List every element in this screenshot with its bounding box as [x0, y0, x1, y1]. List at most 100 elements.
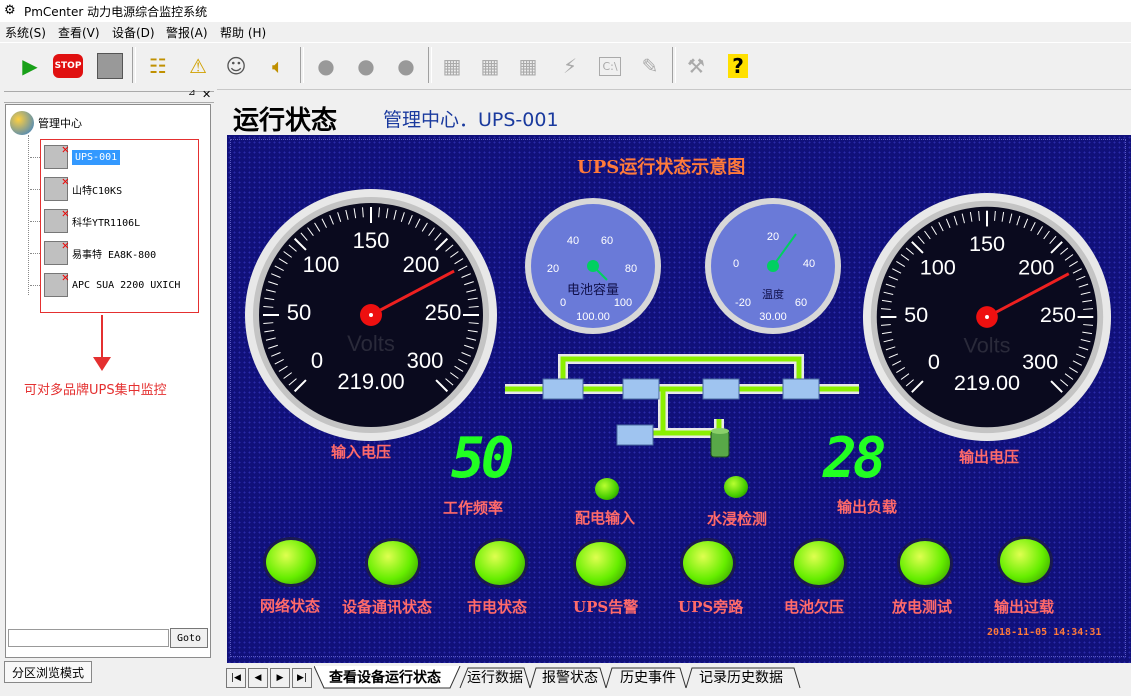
menu-help[interactable]: 帮助 (H) — [220, 24, 266, 41]
alarm-button[interactable]: ⚠ — [180, 47, 216, 85]
toolbar-separator — [672, 47, 676, 83]
panel-grip — [4, 91, 214, 103]
battery-capacity-gauge: 40 60 20 80 0 100 电池容量 100.00 — [525, 198, 661, 334]
device-button-3[interactable]: ▦ — [510, 47, 546, 85]
tab-run-data[interactable]: 运行数据 — [467, 667, 523, 687]
device-button-2[interactable]: ▦ — [472, 47, 508, 85]
stop-button[interactable]: STOP — [50, 47, 86, 85]
tree-item-apc[interactable]: APC SUA 2200 UXICH — [30, 270, 181, 297]
gauge-caption: 电池容量 — [567, 282, 619, 298]
toolbar-separator — [300, 47, 304, 83]
tree-item-ups-001[interactable]: UPS-001 — [30, 142, 121, 169]
gauge-tick-label: 0 — [311, 348, 323, 373]
first-tab-button[interactable]: |◀ — [226, 668, 246, 688]
user-button[interactable]: ☺ — [218, 47, 254, 85]
tools-icon: ⚒ — [687, 54, 705, 78]
output-voltage-gauge: 0 50 100 150 200 250 300 Volts 219.00 — [862, 192, 1112, 442]
gauge-value: 219.00 — [954, 370, 1020, 395]
zoom-in-button[interactable]: ● — [308, 47, 344, 85]
goto-input[interactable] — [8, 629, 169, 647]
speaker-icon: 🔈︎ — [272, 54, 284, 78]
save-button[interactable] — [92, 47, 128, 85]
power-flow-diagram — [505, 354, 859, 458]
distribution-input-label: 配电输入 — [575, 509, 636, 527]
refresh-button[interactable]: ● — [388, 47, 424, 85]
edit-button[interactable]: ✎ — [632, 47, 668, 85]
device-button-1[interactable]: ▦ — [434, 47, 470, 85]
tab-alarm-status[interactable]: 报警状态 — [542, 667, 598, 687]
goto-button[interactable]: Goto — [170, 628, 208, 648]
tools-button[interactable]: ⚒ — [678, 47, 714, 85]
tree-item-east[interactable]: 易事特 EA8K-800 — [30, 238, 156, 265]
menu-system[interactable]: 系统(S) — [5, 24, 46, 41]
frequency-display: 50 — [451, 426, 514, 491]
tree-item-label: APC SUA 2200 UXICH — [72, 279, 181, 291]
device-icon: ▦ — [518, 54, 538, 78]
ups-bypass-led — [680, 538, 736, 588]
toolbar-separator — [132, 47, 136, 83]
ups-bypass-label: UPS旁路 — [678, 598, 744, 616]
menu-device[interactable]: 设备(D) — [112, 24, 155, 41]
load-display: 28 — [823, 426, 886, 491]
gauge-unit: Volts — [964, 332, 1011, 357]
help-button[interactable]: ? — [720, 47, 756, 85]
discharge-test-label: 放电测试 — [892, 598, 953, 616]
connect-button[interactable]: ⚡ — [552, 47, 588, 85]
gauge-tick-label: 40 — [567, 235, 579, 247]
gauge-tick-label: 0 — [733, 258, 739, 270]
water-detect-led — [724, 476, 748, 498]
gauge-hub — [587, 260, 599, 272]
tree-branch — [30, 156, 40, 158]
console-button[interactable]: C:\ — [592, 47, 628, 85]
last-icon: ▶| — [297, 673, 307, 683]
panel-close-icon[interactable]: ✕ — [202, 88, 214, 101]
battery-undervoltage-led — [791, 538, 847, 588]
next-tab-button[interactable]: ▶ — [270, 668, 290, 688]
plug-icon: ⚡ — [562, 54, 578, 78]
menu-view[interactable]: 查看(V) — [58, 24, 100, 41]
browse-mode-button[interactable]: 分区浏览模式 — [4, 661, 92, 683]
inverter-icon — [702, 378, 740, 400]
tree-item-santak[interactable]: 山特C10KS — [30, 174, 122, 201]
distribution-input-led — [595, 478, 619, 500]
input-voltage-label: 输入电压 — [331, 443, 392, 461]
tree-branch — [30, 220, 40, 222]
tree-item-kehua[interactable]: 科华YTR1106L — [30, 206, 140, 233]
zoom-out-button[interactable]: ● — [348, 47, 384, 85]
tab-record-history[interactable]: 记录历史数据 — [699, 667, 783, 687]
switch-icon — [622, 378, 660, 400]
gauge-value: 219.00 — [337, 369, 404, 394]
gauge-tick-label: 0 — [560, 297, 566, 309]
frequency-label: 工作频率 — [443, 499, 504, 517]
temperature-gauge: 20 0 40 -20 60 温度 30.00 — [705, 198, 841, 334]
bottom-tab-bar: |◀ ◀ ▶ ▶| 查看设备运行状态 运行数据 报警状态 历史事件 记录历史数据 — [222, 666, 1131, 690]
ups-device-icon — [44, 238, 69, 265]
play-button[interactable]: ▶ — [12, 47, 48, 85]
gauge-tick-label: -20 — [735, 297, 751, 309]
last-tab-button[interactable]: ▶| — [292, 668, 312, 688]
panel-pin-icon[interactable]: ⊿ — [188, 88, 200, 100]
gauge-tick-label: 200 — [403, 252, 440, 277]
output-switch-icon — [782, 378, 820, 400]
annotation-arrow-line — [101, 315, 103, 359]
tab-history-events[interactable]: 历史事件 — [620, 667, 676, 687]
gauge-tick-label: 0 — [928, 349, 940, 374]
disk-icon — [97, 53, 123, 79]
globe-icon — [10, 111, 34, 135]
tree-button[interactable]: ☷ — [140, 47, 176, 85]
warning-icon: ⚠ — [189, 54, 207, 78]
ups-device-icon — [44, 142, 69, 169]
menu-alarm[interactable]: 警报(A) — [166, 24, 208, 41]
load-label: 输出负载 — [837, 498, 898, 516]
gauge-tick-label: 150 — [969, 231, 1005, 256]
sound-button[interactable]: 🔈︎ — [260, 47, 296, 85]
page-title: 运行状态 — [233, 106, 338, 136]
output-voltage-label: 输出电压 — [959, 448, 1020, 466]
menu-bar: 系统(S) 查看(V) 设备(D) 警报(A) 帮助 (H) — [0, 22, 1131, 42]
tab-device-status[interactable]: 查看设备运行状态 — [329, 667, 441, 687]
prev-tab-button[interactable]: ◀ — [248, 668, 268, 688]
ups-device-icon — [44, 270, 69, 297]
tree-root[interactable]: 管理中心 — [10, 111, 82, 135]
output-overload-label: 输出过载 — [994, 598, 1055, 616]
gauge-tick-label: 300 — [407, 348, 444, 373]
